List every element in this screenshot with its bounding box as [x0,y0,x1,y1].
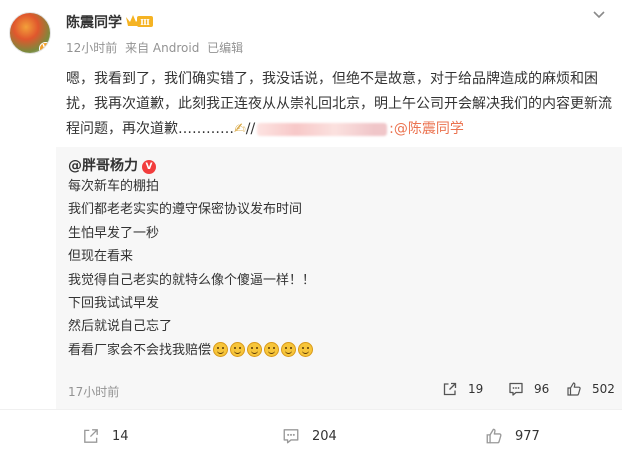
share-icon [443,382,457,396]
repost-comment-count: 96 [534,382,550,396]
repost-like-count: 502 [592,382,615,396]
smile-emoji-icon [230,341,246,357]
post-source: 来自 Android [125,41,200,55]
writing-hand-icon: ✍ [234,121,246,137]
post-content: 嗯，我看到了，我们确实错了，我没话说，但绝不是故意，对于给品牌造成的麻烦和困扰，… [66,67,614,142]
repost-line: 我们都老老实实的遵守保密协议发布时间 [68,202,303,218]
like-count: 977 [515,428,540,444]
post-time[interactable]: 12小时前 [66,41,117,55]
mention-link[interactable]: :@陈震同学 [389,121,464,137]
share-button[interactable]: 14 [82,427,129,445]
comment-count: 204 [312,428,337,444]
repost-line: 每次新车的棚拍 [68,179,160,194]
repost-line: 生怕早发了一秒 [68,225,160,241]
post-meta: 12小时前 来自 Android 已编辑 [66,39,247,56]
repost-line: 但现在看来 [68,249,134,265]
blurred-text [257,122,388,136]
repost-line: 下回我试试早发 [68,296,160,312]
repost-line-with-emoji: 看看厂家会不会找我赔偿 [68,339,315,362]
repost-separator: // [245,121,256,137]
smile-emoji-icon [247,341,263,357]
avatar-verified-badge: V [39,42,50,53]
avatar[interactable]: V [9,12,51,54]
thumbs-up-icon [486,428,502,444]
weibo-post: V 陈震同学 Ⅲ 12小时前 来自 Android 已编辑 嗯，我看到了，我们确… [0,0,622,147]
smile-emoji-icon [213,341,229,357]
repost-share-count: 19 [468,382,484,396]
smile-emoji-icon [298,341,314,357]
smile-emoji-icon [264,341,280,357]
repost-line: 然后就说自己忘了 [68,319,173,335]
post-author-name[interactable]: 陈震同学 [66,12,122,32]
repost-line: 我觉得自己老实的就特么像个傻逼一样！！ [68,272,316,288]
post-edited[interactable]: 已编辑 [207,41,243,55]
chevron-down-icon[interactable] [592,8,606,22]
repost-text: 每次新车的棚拍 我们都老老实实的遵守保密协议发布时间 生怕早发了一秒 但现在看来… [68,175,315,362]
share-icon [84,429,98,443]
repost-author[interactable]: @胖哥杨力 V [68,155,156,175]
smile-emoji-icon [281,341,297,357]
repost-author-name[interactable]: @胖哥杨力 [68,158,138,174]
repost-share-button[interactable]: 19 [442,381,483,397]
verified-badge-icon: V [142,160,156,174]
reposted-weibo[interactable]: @胖哥杨力 V 每次新车的棚拍 我们都老老实实的遵守保密协议发布时间 生怕早发了一… [56,147,622,409]
comment-icon [509,382,523,396]
share-count: 14 [112,428,129,444]
repost-line: 看看厂家会不会找我赔偿 [68,342,212,358]
repost-comment-button[interactable]: 96 [508,381,549,397]
repost-time[interactable]: 17小时前 [68,383,119,400]
member-level-icon[interactable]: Ⅲ [124,13,154,29]
comment-button[interactable]: 204 [282,427,337,445]
repost-like-button[interactable]: 502 [566,381,615,397]
comment-icon [283,429,299,444]
like-button[interactable]: 977 [485,427,540,445]
divider [0,409,622,410]
svg-text:Ⅲ: Ⅲ [140,17,150,27]
thumbs-up-icon [567,382,581,396]
